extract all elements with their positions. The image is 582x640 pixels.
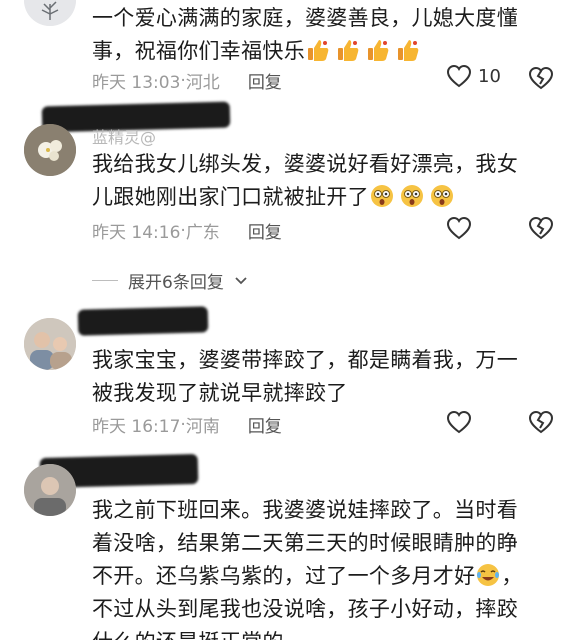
- like-button[interactable]: [446, 216, 472, 240]
- redacted-username: [77, 306, 209, 336]
- thumbs-up-icon: [398, 40, 419, 61]
- expand-label: 展开6条回复: [128, 273, 224, 293]
- chevron-down-icon: [235, 276, 247, 284]
- avatar[interactable]: [24, 464, 76, 516]
- expand-replies-button[interactable]: 展开6条回复: [92, 268, 248, 293]
- timestamp: 昨天 16:17: [92, 417, 181, 437]
- thumbs-up-icon: [308, 40, 329, 61]
- like-count: 10: [478, 65, 501, 87]
- heart-icon: [446, 64, 472, 88]
- avatar[interactable]: [24, 318, 76, 370]
- shocked-face-icon: [370, 185, 393, 207]
- comment-text: 我家宝宝，婆婆带摔跤了，都是瞒着我，万一 被我发现了就说早就摔跤了: [92, 348, 518, 405]
- reply-button[interactable]: 回复: [248, 68, 282, 93]
- like-button[interactable]: [446, 410, 472, 434]
- reply-button[interactable]: 回复: [248, 218, 282, 243]
- comment-meta: 昨天 13:03 · 河北 回复: [92, 68, 282, 94]
- broken-heart-icon: [528, 410, 554, 434]
- thumbs-up-icon: [338, 40, 359, 61]
- reply-button[interactable]: 回复: [248, 412, 282, 437]
- divider: [92, 280, 118, 281]
- shocked-face-icon: [430, 185, 453, 207]
- location: 广东: [185, 223, 220, 243]
- location: 河北: [185, 73, 220, 93]
- comment-meta: 昨天 14:16 · 广东 回复: [92, 218, 282, 244]
- broken-heart-icon: [528, 216, 554, 240]
- comment-text: 我之前下班回来。我婆婆说娃摔跤了。当时看 着没啥，结果第二天第三天的时候眼睛肿的…: [92, 498, 523, 640]
- dislike-button[interactable]: [528, 66, 554, 94]
- dislike-button[interactable]: [528, 410, 554, 438]
- heart-icon: [446, 216, 472, 240]
- timestamp: 昨天 14:16: [92, 223, 181, 243]
- location: 河南: [185, 417, 220, 437]
- shocked-emoji-group: [369, 185, 459, 209]
- dislike-button[interactable]: [528, 216, 554, 244]
- heart-icon: [446, 410, 472, 434]
- broken-heart-icon: [528, 66, 554, 90]
- shocked-face-icon: [400, 185, 423, 207]
- thumbs-up-icon: [368, 40, 389, 61]
- comment-meta: 昨天 16:17 · 河南 回复: [92, 412, 282, 438]
- thumbs-up-emoji-group: [305, 39, 425, 63]
- avatar[interactable]: [24, 124, 76, 176]
- avatar[interactable]: [24, 0, 76, 26]
- username[interactable]: 蓝精灵@: [92, 124, 156, 148]
- like-button[interactable]: 10: [446, 64, 501, 88]
- laughing-tears-face-icon: [477, 564, 500, 586]
- comment-text: 我给我女儿绑头发，婆婆说好看好漂亮，我女 儿跟她刚出家门口就被扯开了: [92, 152, 518, 209]
- timestamp: 昨天 13:03: [92, 73, 181, 93]
- comment-text: 一个爱心满满的家庭，婆婆善良，儿媳大度懂 事，祝福你们幸福快乐: [92, 6, 518, 63]
